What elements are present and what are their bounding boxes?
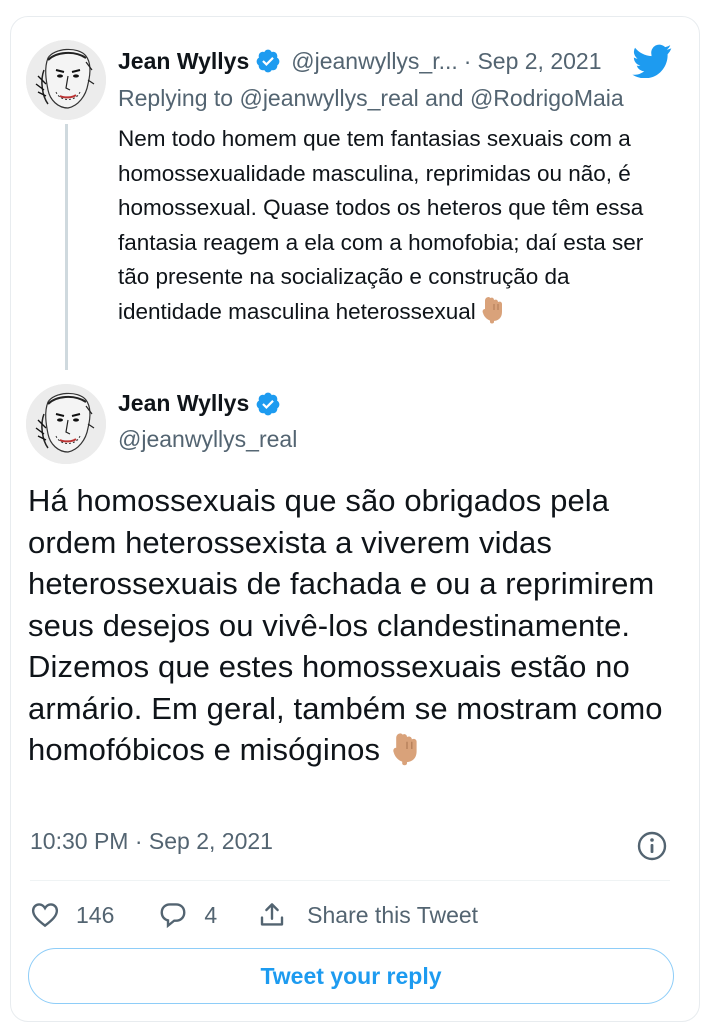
header-separator: · — [463, 47, 472, 74]
like-count: 146 — [76, 901, 115, 928]
backhand-index-pointing-down-icon — [390, 731, 424, 767]
avatar-sketch-image — [26, 384, 106, 464]
reply-count-button[interactable]: 4 — [158, 900, 217, 930]
main-author-handle[interactable]: @jeanwyllys_real — [118, 426, 297, 453]
parent-author-avatar[interactable] — [26, 40, 106, 120]
divider — [30, 880, 670, 881]
backhand-index-pointing-down-icon — [480, 295, 508, 325]
replying-mention-2[interactable]: @RodrigoMaia — [470, 85, 624, 111]
thread-connector-line — [65, 124, 68, 370]
avatar-sketch-image — [26, 40, 106, 120]
parent-tweet-header: Jean Wyllys @jeanwyllys_r... · Sep 2, 20… — [118, 44, 602, 78]
like-button[interactable]: 146 — [30, 900, 114, 930]
share-tweet-button[interactable]: Share this Tweet — [257, 900, 478, 930]
parent-tweet-date[interactable]: Sep 2, 2021 — [477, 48, 601, 75]
verified-badge-icon — [255, 391, 281, 417]
info-icon[interactable] — [636, 830, 668, 862]
share-label: Share this Tweet — [307, 901, 479, 928]
tweet-your-reply-button[interactable]: Tweet your reply — [28, 948, 674, 1004]
parent-author-name[interactable]: Jean Wyllys — [118, 48, 249, 75]
reply-bubble-icon — [158, 900, 188, 930]
verified-badge-icon — [255, 48, 281, 74]
parent-tweet-text-block: Nem todo homem que tem fantasias sexuais… — [118, 122, 678, 329]
parent-tweet-text: Nem todo homem que tem fantasias sexuais… — [118, 126, 644, 324]
main-tweet-text-block: Há homossexuais que são obrigados pela o… — [28, 480, 678, 771]
share-icon — [257, 900, 287, 930]
replying-and: and — [425, 85, 464, 111]
replying-to-line: Replying to @jeanwyllys_real and @Rodrig… — [118, 85, 624, 112]
main-author-name[interactable]: Jean Wyllys — [118, 390, 249, 417]
tweet-timestamp[interactable]: 10:30 PM · Sep 2, 2021 — [30, 828, 273, 855]
replying-mention-1[interactable]: @jeanwyllys_real — [239, 85, 418, 111]
heart-icon — [30, 900, 60, 930]
main-tweet-header: Jean Wyllys — [118, 390, 281, 417]
twitter-logo-icon — [632, 44, 672, 78]
main-author-avatar[interactable] — [26, 384, 106, 464]
main-tweet-text: Há homossexuais que são obrigados pela o… — [28, 483, 663, 767]
reply-count: 4 — [204, 901, 218, 928]
replying-prefix: Replying to — [118, 85, 234, 111]
tweet-actions-bar: 146 4 Share this Tweet — [30, 897, 478, 933]
parent-author-handle[interactable]: @jeanwyllys_r... — [291, 48, 458, 75]
